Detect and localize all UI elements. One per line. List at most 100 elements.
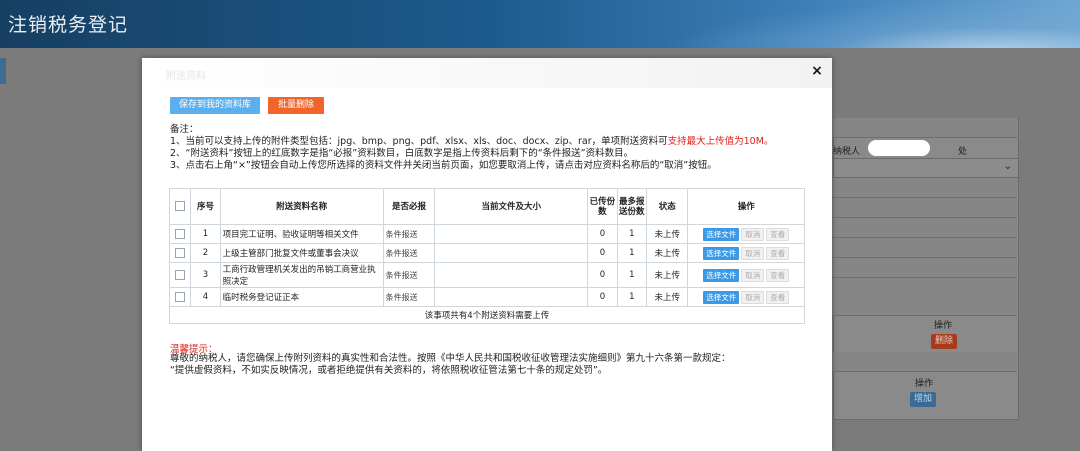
notes-heading: 备注： [170,124,199,135]
modal-titlebar: 附送资料 × [142,58,832,88]
notes-line-1-highlight: 支持最大上传值为10M。 [667,136,774,147]
notes-line-2: 2、“附送资料”按钮上的红底数字是指“必报”资料数目，白底数字是指上传资料后剩下… [170,148,634,159]
tips-line-1: 尊敬的纳税人，请您确保上传附列资料的真实性和合法性。按照《中华人民共和国税收征收… [170,353,731,364]
table-row: 1 项目完工证明、验收证明等相关文件 条件报送 0 1 未上传 选择文件 取消 查看 [168,224,805,244]
row-seq: 1 [190,224,221,244]
row-file [434,224,589,244]
table-row: 3 工商行政管理机关发出的吊销工商营业执照决定 条件报送 0 1 未上传 选择文… [168,262,805,288]
col-ops: 操作 [687,188,805,225]
table-footer-row: 该事项共有4个附送资料需要上传 [169,306,805,324]
row-name: 临时税务登记证正本 [219,287,384,307]
col-name: 附送资料名称 [219,188,384,225]
row-checkbox-cell [168,243,192,263]
row-name: 工商行政管理机关发出的吊销工商营业执照决定 [219,262,384,288]
cancel-button[interactable]: 取消 [741,268,765,282]
col-status: 状态 [645,188,689,225]
select-all-checkbox[interactable] [175,201,186,212]
row-file [434,262,589,288]
row-seq: 3 [190,262,221,288]
row-max: 1 [616,243,647,263]
notes-line-3: 3、点击右上角“×”按钮会自动上传您所选择的资料文件并关闭当前页面，如您要取消上… [170,160,717,171]
background-row [833,296,1017,316]
choose-file-button[interactable]: 选择文件 [703,268,740,282]
row-uploaded: 0 [587,262,618,288]
background-col-op-header: 操作 [934,321,953,331]
row-required: 条件报送 [382,224,436,244]
close-icon[interactable]: × [809,63,825,79]
row-file [434,287,589,307]
background-row [833,198,1017,218]
notes-line-1: 1、当前可以支持上传的附件类型包括：jpg、bmp、png、pdf、xlsx、x… [170,136,820,148]
notes-section: 备注： 1、当前可以支持上传的附件类型包括：jpg、bmp、png、pdf、xl… [170,124,820,172]
left-edge-tab[interactable] [0,58,6,84]
col-uploaded: 已传份数 [587,188,618,225]
row-status: 未上传 [645,224,689,244]
batch-delete-button[interactable]: 批量删除 [268,97,324,114]
cancel-button[interactable]: 取消 [741,227,765,241]
row-uploaded: 0 [587,224,618,244]
view-button[interactable]: 查看 [766,290,790,304]
tips-line-2: “提供虚假资料，不如实反映情况，或者拒绝提供有关资料的，将依照税收征管法第七十条… [170,365,608,376]
redacted-mark [868,140,930,156]
background-row [833,278,1017,298]
background-row [833,118,1017,138]
row-name: 项目完工证明、验收证明等相关文件 [219,224,384,244]
row-ops: 选择文件 取消 查看 [687,243,805,263]
background-row [833,178,1017,198]
row-checkbox[interactable] [175,247,186,258]
save-to-library-button[interactable]: 保存到我的资料库 [170,97,260,114]
background-delete-button[interactable]: 删除 [931,334,957,349]
chevron-down-icon: ⌄ [1003,161,1012,172]
row-ops: 选择文件 取消 查看 [687,287,805,307]
attachment-table: 序号 附送资料名称 是否必报 当前文件及大小 已传份数 最多报送份数 状态 操作… [168,188,805,324]
choose-file-button[interactable]: 选择文件 [703,290,740,304]
row-uploaded: 0 [587,243,618,263]
row-required: 条件报送 [382,287,436,307]
row-max: 1 [616,262,647,288]
view-button[interactable]: 查看 [766,246,790,260]
tips-section: 尊敬的纳税人，请您确保上传附列资料的真实性和合法性。按照《中华人民共和国税收征收… [170,353,820,377]
view-button[interactable]: 查看 [766,268,790,282]
row-ops: 选择文件 取消 查看 [687,224,805,244]
background-add-button[interactable]: 增加 [910,392,936,407]
background-field-label-suffix: 处 [958,147,968,157]
row-ops: 选择文件 取消 查看 [687,262,805,288]
background-row [833,238,1017,258]
table-footer-text: 该事项共有4个附送资料需要上传 [169,306,805,324]
background-row [833,352,1017,372]
view-button[interactable]: 查看 [766,227,790,241]
background-row [833,218,1017,238]
attachment-modal: 附送资料 × 保存到我的资料库 批量删除 备注： 1、当前可以支持上传的附件类型… [142,58,832,451]
app-header: 注销税务登记 [0,0,1080,48]
notes-line-1-text: 1、当前可以支持上传的附件类型包括：jpg、bmp、png、pdf、xlsx、x… [170,136,668,147]
page-title: 注销税务登记 [8,14,129,36]
row-max: 1 [616,224,647,244]
choose-file-button[interactable]: 选择文件 [703,227,740,241]
row-checkbox-cell [168,262,192,288]
row-max: 1 [616,287,647,307]
row-seq: 2 [190,243,221,263]
table-header-row: 序号 附送资料名称 是否必报 当前文件及大小 已传份数 最多报送份数 状态 操作 [168,188,805,225]
row-file [434,243,589,263]
col-max: 最多报送份数 [616,188,647,225]
col-current-file: 当前文件及大小 [434,188,589,225]
row-status: 未上传 [645,262,689,288]
cancel-button[interactable]: 取消 [741,290,765,304]
choose-file-button[interactable]: 选择文件 [703,246,740,260]
row-status: 未上传 [645,243,689,263]
table-row: 2 上级主管部门批复文件或董事会决议 条件报送 0 1 未上传 选择文件 取消 查看 [168,243,805,263]
select-all-cell [168,188,192,225]
row-name: 上级主管部门批复文件或董事会决议 [219,243,384,263]
row-checkbox[interactable] [175,228,186,239]
row-uploaded: 0 [587,287,618,307]
row-status: 未上传 [645,287,689,307]
background-row [833,258,1017,278]
cancel-button[interactable]: 取消 [741,246,765,260]
background-select[interactable]: ⌄ [833,158,1019,178]
row-checkbox-cell [168,287,192,307]
row-required: 条件报送 [382,243,436,263]
table-row: 4 临时税务登记证正本 条件报送 0 1 未上传 选择文件 取消 查看 [168,287,805,307]
row-required: 条件报送 [382,262,436,288]
row-checkbox[interactable] [175,291,186,302]
row-checkbox[interactable] [175,269,186,280]
